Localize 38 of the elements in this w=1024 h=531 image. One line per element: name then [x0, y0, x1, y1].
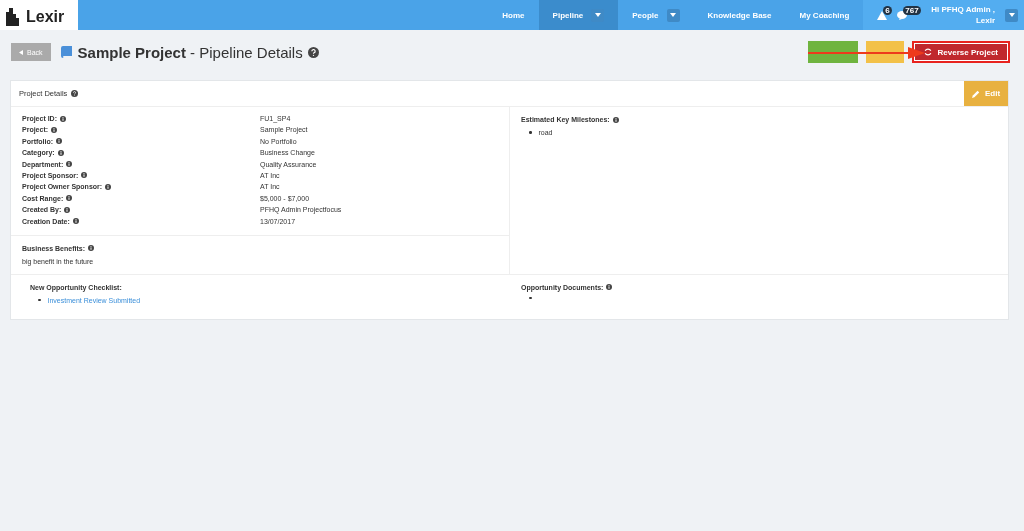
info-icon — [606, 284, 613, 290]
count-badge: 767 — [903, 5, 921, 15]
info-icon — [66, 161, 73, 168]
nav-item[interactable]: My Coaching — [785, 0, 864, 30]
help-icon[interactable] — [71, 90, 79, 97]
bullet-icon — [529, 296, 532, 299]
info-icon — [64, 206, 71, 213]
info-icon — [88, 245, 95, 251]
warn-button[interactable] — [865, 41, 904, 63]
logo: Lexir — [26, 8, 65, 26]
caret-icon[interactable] — [591, 8, 605, 22]
nav-item[interactable]: People — [618, 0, 694, 30]
book-icon — [60, 46, 72, 58]
info-icon — [81, 172, 88, 179]
help-icon[interactable] — [307, 46, 319, 58]
bullet-icon — [38, 298, 41, 302]
info-icon — [56, 138, 63, 145]
info-icon — [51, 126, 58, 133]
warning-icon[interactable] — [877, 10, 888, 20]
caret-icon[interactable] — [1005, 8, 1018, 22]
info-icon — [105, 183, 112, 190]
info-icon — [60, 115, 66, 122]
info-icon — [66, 195, 73, 202]
pencil-icon — [971, 89, 980, 98]
user-greeting[interactable]: Hi PFHQ Admin , Lexir — [931, 4, 995, 26]
count-badge: 6 — [883, 5, 892, 15]
info-icon — [72, 218, 79, 224]
caret-icon[interactable] — [666, 8, 680, 22]
edit-button[interactable]: Edit — [964, 81, 1008, 106]
info-icon — [612, 116, 619, 123]
nav-item[interactable]: Knowledge Base — [693, 0, 786, 30]
nav-item[interactable]: Pipeline — [538, 0, 619, 30]
info-icon — [57, 149, 64, 156]
nav-item[interactable]: Home — [488, 0, 539, 30]
page-title: Sample Project - Pipeline Details — [77, 43, 303, 61]
reverse-button[interactable]: Reverse Project — [911, 41, 1010, 63]
bullet-icon — [529, 131, 532, 134]
caret-left-icon — [19, 49, 23, 55]
